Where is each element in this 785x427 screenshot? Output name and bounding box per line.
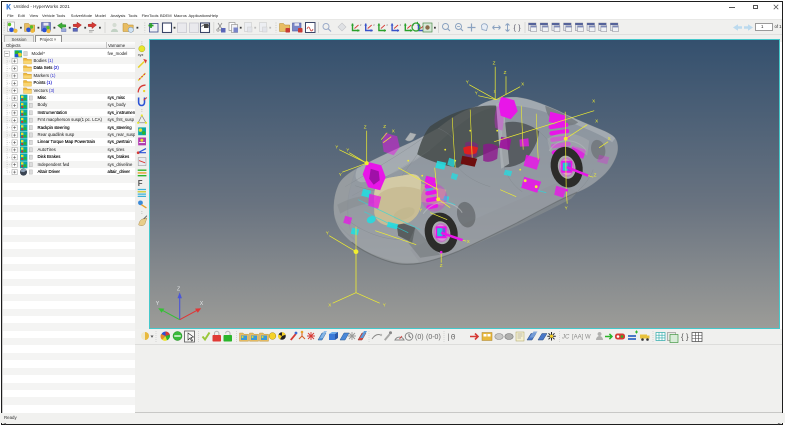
svg-text:Y: Y [155,301,159,307]
svg-text:z: z [373,23,375,27]
svg-text:(0): (0) [415,334,424,341]
svg-text:Z: Z [593,173,596,178]
svg-text:W: W [585,335,591,341]
svg-text:Z: Z [503,70,506,75]
svg-text:X: X [521,82,524,87]
svg-text:Y: Y [335,145,338,150]
svg-text:Y: Y [474,91,477,96]
svg-text:Z: Z [177,287,180,293]
svg-text:z: z [493,89,496,94]
svg-text:X: X [391,129,394,134]
svg-text:[AA]: [AA] [572,335,584,341]
svg-text:JC: JC [561,335,570,341]
svg-text:Y: Y [465,80,468,85]
svg-text:F: F [137,179,142,188]
svg-text:Y: Y [346,148,349,153]
svg-text:xyz: xyz [137,53,143,57]
svg-text:Y: Y [338,172,341,177]
svg-text:X: X [199,301,203,307]
svg-text:{ }: { } [514,23,522,32]
svg-text:X: X [466,239,469,244]
svg-text:Y: Y [419,208,422,213]
svg-text:(0-0): (0-0) [426,334,441,341]
svg-text:|0: |0 [446,334,456,343]
svg-text:X: X [592,99,595,104]
svg-text:{ }: { } [681,333,689,342]
svg-text:X: X [607,136,610,141]
svg-text:Y: Y [325,231,328,236]
svg-text:X: X [328,303,331,308]
svg-text:Z: Z [383,124,386,129]
svg-text:z: z [400,23,402,27]
svg-text:Z: Z [363,125,366,130]
svg-text:Z: Z [439,263,442,268]
svg-text:Y: Y [564,206,567,211]
svg-text:Z: Z [492,61,495,66]
svg-text:z: z [386,23,388,27]
svg-text:z: z [360,23,362,27]
svg-text:X: X [595,119,598,124]
svg-text:Y: Y [382,303,385,308]
